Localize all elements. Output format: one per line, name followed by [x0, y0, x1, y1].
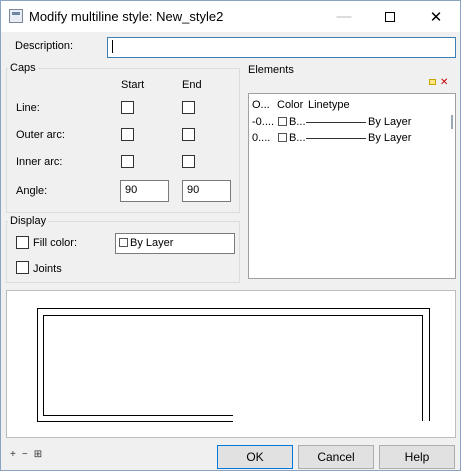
fill-color-label: Fill color: [33, 237, 78, 249]
elements-list[interactable]: O... Color Linetype -0.... B... By Layer… [248, 93, 456, 279]
element-row[interactable]: -0.... B... By Layer [249, 114, 455, 130]
title-bar: Modify multiline style: New_style2 — ✕ [1, 1, 460, 32]
caps-outer-arc-label: Outer arc: [16, 129, 65, 141]
description-label: Description: [15, 40, 74, 52]
column-color-header[interactable]: Color [277, 99, 303, 111]
caps-inner-arc-label: Inner arc: [16, 156, 63, 168]
joints-checkbox[interactable] [16, 261, 29, 274]
element-row[interactable]: 0.... B... By Layer [249, 130, 455, 146]
element-color: B... [289, 132, 306, 144]
selection-marker [451, 115, 453, 129]
column-linetype-header[interactable]: Linetype [308, 99, 350, 111]
line-end-checkbox[interactable] [182, 101, 195, 114]
preview-outer-right [429, 308, 430, 421]
fill-color-select[interactable]: By Layer [115, 233, 235, 254]
display-title: Display [8, 215, 49, 227]
text-caret [112, 40, 113, 53]
preview-outer-top [37, 308, 430, 309]
caps-start-header: Start [121, 79, 145, 91]
caps-line-label: Line: [16, 102, 40, 114]
color-swatch-icon [278, 133, 287, 142]
linetype-sample [306, 138, 366, 139]
help-button[interactable]: Help [379, 445, 455, 469]
fill-color-swatch [119, 238, 128, 247]
multiline-preview [6, 290, 456, 438]
caps-title: Caps [8, 62, 38, 74]
preview-inner-left [43, 315, 44, 415]
close-button[interactable]: ✕ [413, 1, 459, 32]
window-title: Modify multiline style: New_style2 [29, 9, 224, 24]
app-icon [9, 9, 23, 23]
zoom-out-icon[interactable]: − [22, 449, 28, 460]
maximize-icon [385, 11, 395, 22]
delete-element-icon[interactable]: ✕ [440, 77, 448, 88]
fill-color-checkbox[interactable] [16, 236, 29, 249]
outer-arc-end-checkbox[interactable] [182, 128, 195, 141]
element-color: B... [289, 116, 306, 128]
angle-start-input[interactable]: 90 [120, 180, 169, 202]
maximize-button[interactable] [367, 1, 413, 32]
inner-arc-start-checkbox[interactable] [121, 155, 134, 168]
preview-outer-left [37, 308, 38, 421]
line-start-checkbox[interactable] [121, 101, 134, 114]
zoom-fit-icon[interactable]: ⊞ [34, 449, 42, 460]
angle-end-input[interactable]: 90 [182, 180, 231, 202]
caps-end-header: End [182, 79, 202, 91]
caps-angle-label: Angle: [16, 185, 48, 197]
preview-outer-bottom [37, 421, 233, 422]
cancel-button[interactable]: Cancel [298, 445, 374, 469]
description-input[interactable] [107, 37, 456, 58]
element-linetype: By Layer [368, 132, 412, 144]
modify-multiline-style-dialog: Modify multiline style: New_style2 — ✕ D… [0, 0, 461, 471]
zoom-tools: + − ⊞ [10, 449, 48, 460]
preview-inner-right [422, 315, 423, 421]
element-linetype: By Layer [368, 116, 412, 128]
minimize-button[interactable]: — [321, 1, 367, 32]
linetype-sample [306, 122, 366, 123]
joints-label: Joints [33, 263, 62, 275]
fill-color-value: By Layer [130, 237, 174, 249]
element-offset: 0.... [252, 132, 271, 144]
inner-arc-end-checkbox[interactable] [182, 155, 195, 168]
ok-button[interactable]: OK [217, 445, 293, 469]
column-offset-header[interactable]: O... [252, 99, 270, 111]
elements-title: Elements [248, 64, 294, 76]
color-swatch-icon [278, 117, 287, 126]
element-offset: -0.... [252, 116, 275, 128]
preview-inner-bottom [43, 415, 233, 416]
folder-add-icon[interactable] [429, 79, 436, 85]
zoom-in-icon[interactable]: + [10, 449, 16, 460]
outer-arc-start-checkbox[interactable] [121, 128, 134, 141]
preview-inner-top [43, 315, 423, 316]
